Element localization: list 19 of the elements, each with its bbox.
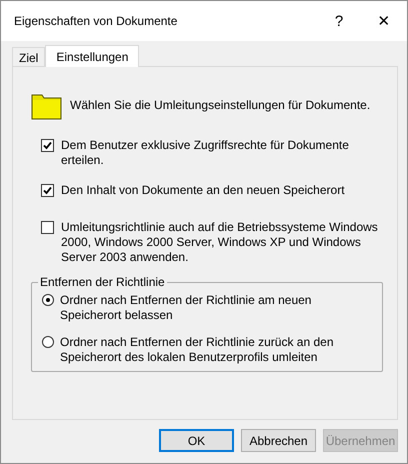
intro-text: Wählen Sie die Umleitungseinstellungen für Dokumente. [70, 98, 370, 112]
radio-button[interactable] [42, 294, 54, 306]
group-title: Entfernen der Richtlinie [38, 275, 167, 289]
checkbox-label: Den Inhalt von Dokumente an den neuen Speicherort [61, 183, 345, 198]
dialog-button[interactable]: OK [159, 429, 234, 452]
tab[interactable]: Ziel [12, 47, 46, 66]
close-button[interactable]: ✕ [361, 1, 407, 41]
checkbox[interactable] [41, 184, 54, 197]
checkbox[interactable] [41, 139, 54, 152]
checkbox-label: Umleitungsrichtlinie auch auf die Betriebssysteme Windows 2000, Windows 2000 Server, Windows XP und Windows Server 2003 anwenden. [61, 220, 379, 265]
radio-label: Ordner nach Entfernen der Richtlinie zurück an den Speicherort des lokalen Benutzerprofils umleiten [60, 335, 334, 365]
checkbox-label: Dem Benutzer exklusive Zugriffsrechte für Dokumente erteilen. [61, 138, 350, 168]
radio-button[interactable] [42, 336, 54, 348]
dialog-button[interactable]: Abbrechen [241, 429, 316, 452]
help-button[interactable]: ? [317, 1, 361, 41]
radio-label: Ordner nach Entfernen der Richtlinie am neuen Speicherort belassen [60, 293, 312, 323]
checkbox[interactable] [41, 221, 54, 234]
tab[interactable]: Einstellungen [45, 45, 140, 67]
window-title: Eigenschaften von Dokumente [14, 14, 178, 28]
